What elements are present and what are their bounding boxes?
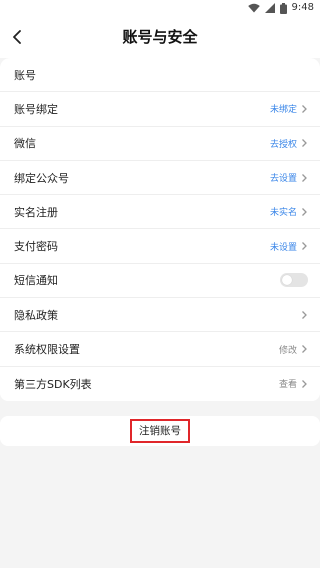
chevron-right-icon (302, 207, 307, 216)
section-label: 账号 (14, 68, 36, 82)
status-bar: 9:48 (0, 0, 320, 16)
row-wechat[interactable]: 微信 去授权 (0, 127, 320, 161)
row-system-permissions[interactable]: 系统权限设置 修改 (0, 332, 320, 367)
row-label: 绑定公众号 (14, 171, 69, 185)
chevron-right-icon (302, 104, 307, 113)
row-payment-password[interactable]: 支付密码 未设置 (0, 229, 320, 264)
chevron-right-icon (302, 345, 307, 353)
row-value: 查看 (278, 380, 297, 391)
header: 账号与安全 (0, 16, 320, 58)
row-label: 支付密码 (14, 240, 58, 254)
row-real-name[interactable]: 实名注册 未实名 (0, 195, 320, 230)
battery-icon (279, 2, 287, 14)
chevron-right-icon (302, 242, 307, 251)
row-sms-notification: 短信通知 (0, 264, 320, 299)
row-label: 微信 (14, 137, 36, 151)
sms-toggle[interactable] (280, 273, 308, 288)
status-icons: 9:48 (247, 2, 314, 14)
row-label: 第三方SDK列表 (14, 377, 92, 391)
row-value: 未实名 (269, 208, 297, 219)
row-value: 未绑定 (269, 105, 297, 116)
row-value: 修改 (278, 345, 297, 356)
status-time: 9:48 (291, 2, 314, 13)
row-third-party-sdk[interactable]: 第三方SDK列表 查看 (0, 367, 320, 401)
cancel-account-card: 注销账号 (0, 416, 320, 446)
row-privacy-policy[interactable]: 隐私政策 (0, 298, 320, 333)
row-label: 账号绑定 (14, 102, 58, 116)
section-header-account: 账号 (0, 58, 320, 93)
settings-list: 账号 账号绑定 未绑定 微信 去授权 绑定公众号 去设置 实名注册 未实名 支付… (0, 58, 320, 401)
page-title: 账号与安全 (122, 28, 198, 46)
wifi-icon (247, 3, 260, 13)
row-label: 实名注册 (14, 205, 58, 219)
row-account-binding[interactable]: 账号绑定 未绑定 (0, 92, 320, 127)
row-label: 短信通知 (14, 274, 58, 288)
cancel-account-button[interactable]: 注销账号 (130, 419, 190, 443)
toggle-knob (282, 275, 292, 286)
signal-icon (264, 3, 275, 13)
row-official-account[interactable]: 绑定公众号 去设置 (0, 161, 320, 196)
row-label: 系统权限设置 (14, 343, 80, 357)
chevron-right-icon (302, 310, 307, 319)
row-value: 去设置 (269, 174, 297, 185)
chevron-right-icon (302, 173, 307, 182)
chevron-right-icon (302, 139, 307, 148)
row-label: 隐私政策 (14, 308, 58, 322)
row-value: 去授权 (269, 139, 297, 150)
chevron-right-icon (302, 379, 307, 388)
row-value: 未设置 (269, 242, 297, 253)
